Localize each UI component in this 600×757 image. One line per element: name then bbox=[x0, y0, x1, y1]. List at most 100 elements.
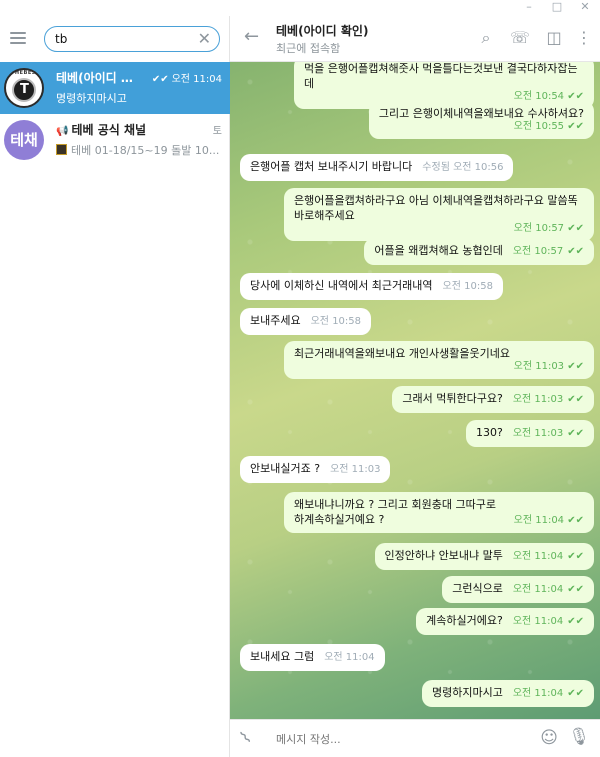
double-check-icon: ✔✔ bbox=[567, 361, 584, 372]
close-button[interactable]: ✕ bbox=[574, 0, 596, 16]
double-check-icon: ✔✔ bbox=[567, 394, 584, 405]
chat-item-thebes-channel[interactable]: 테채 📢 테베 공식 채널 토 테베 01-18/15~19 돌발 10... bbox=[0, 114, 230, 166]
message-text: 어플을 왜캡쳐해요 농협인데 bbox=[374, 244, 503, 257]
search-box[interactable]: ✕ bbox=[44, 26, 220, 52]
message-bubble-out[interactable]: 130? 오전 11:03 ✔✔ bbox=[465, 420, 594, 447]
chat-title: 📢 테베 공식 채널 bbox=[56, 121, 146, 138]
avatar: 테채 bbox=[4, 120, 44, 160]
message-text: 보내세요 그럼 bbox=[250, 650, 315, 663]
message-meta: 오전 10:57 ✔✔ bbox=[294, 223, 584, 235]
message-time: 오전 11:04 bbox=[512, 584, 564, 595]
message-text: 그런식으로 bbox=[452, 582, 503, 595]
message-bubble-out[interactable]: 최근거래내역을왜보내요 개인사생활을웃기네요 오전 11:03 ✔✔ bbox=[284, 341, 594, 379]
hamburger-menu-icon[interactable] bbox=[10, 29, 28, 45]
message-time: 오전 10:58 bbox=[310, 316, 362, 327]
message-time: 오전 11:04 bbox=[512, 616, 564, 627]
chat-preview-text: 테베 01-18/15~19 돌발 10... bbox=[71, 144, 220, 157]
message-meta: 오전 11:03 ✔✔ bbox=[513, 428, 584, 439]
paperclip-icon[interactable]: ⌇ bbox=[237, 728, 256, 749]
microphone-icon[interactable]: 🎙 bbox=[568, 727, 590, 747]
message-meta: 오전 11:04 ✔✔ bbox=[513, 584, 584, 595]
chat-preview: 테베 01-18/15~19 돌발 10... bbox=[56, 142, 219, 158]
chat-preview: 명령하지마시고 bbox=[56, 92, 127, 105]
search-row: ✕ bbox=[0, 16, 230, 62]
message-meta: 오전 10:55 ✔✔ bbox=[379, 121, 584, 133]
emoji-icon[interactable]: ☺ bbox=[540, 728, 558, 748]
message-text: 은행어플 캡처 보내주시기 바랍니다 bbox=[250, 160, 413, 173]
message-bubble-out[interactable]: 인정안하냐 안보내냐 말투 오전 11:04 ✔✔ bbox=[374, 543, 594, 570]
double-check-icon: ✔✔ bbox=[567, 616, 584, 627]
message-bubble-out[interactable]: 그런식으로 오전 11:04 ✔✔ bbox=[442, 576, 594, 603]
message-bubble-in[interactable]: 안보내실거죠 ? 오전 11:03 bbox=[240, 456, 391, 483]
message-bubble-out[interactable]: 그래서 먹튀한다구요? 오전 11:03 ✔✔ bbox=[392, 386, 594, 413]
more-vertical-icon[interactable]: ⋮ bbox=[574, 28, 594, 48]
message-time: 오전 11:04 bbox=[324, 652, 375, 663]
message-time: 오전 11:03 bbox=[512, 428, 564, 439]
message-area[interactable]: 먹을 은행어플캡쳐해줏사 먹을틀다는것보낸 결국다하자잡는데 오전 10:54 … bbox=[230, 62, 600, 719]
message-meta: 오전 11:03 ✔✔ bbox=[513, 394, 584, 405]
chat-header: ← 테베(아이디 확인) 최근에 접속함 ⌕ ☏ ◫ ⋮ bbox=[230, 16, 600, 62]
chat-title-text: 테베 공식 채널 bbox=[71, 123, 147, 137]
clear-search-icon[interactable]: ✕ bbox=[198, 29, 211, 49]
minimize-button[interactable]: – bbox=[518, 0, 540, 16]
double-check-icon: ✔✔ bbox=[567, 121, 584, 132]
message-bubble-in[interactable]: 은행어플 캡처 보내주시기 바랍니다 수정됨 오전 10:56 bbox=[240, 154, 514, 181]
message-meta: 오전 10:57 ✔✔ bbox=[513, 246, 584, 257]
back-arrow-icon[interactable]: ← bbox=[244, 26, 259, 47]
message-text: 130? bbox=[475, 426, 503, 439]
message-text: 인정안하냐 안보내냐 말투 bbox=[384, 549, 503, 562]
message-composer: ⌇ ☺ 🎙 bbox=[230, 719, 600, 757]
double-check-icon: ✔✔ bbox=[567, 428, 584, 439]
message-bubble-out[interactable]: 명령하지마시고 오전 11:04 ✔✔ bbox=[421, 680, 594, 707]
megaphone-icon: 📢 bbox=[56, 126, 69, 137]
double-check-icon: ✔✔ bbox=[567, 223, 584, 234]
message-bubble-out[interactable]: 그리고 은행이체내역을왜보내요 수사하셔요? 오전 10:55 ✔✔ bbox=[368, 101, 594, 139]
phone-icon[interactable]: ☏ bbox=[510, 28, 530, 48]
message-text: 안보내실거죠 ? bbox=[250, 462, 321, 475]
message-time: 오전 10:57 bbox=[512, 246, 564, 257]
chat-time-text: 오전 11:04 bbox=[171, 74, 222, 85]
message-meta: 오전 11:04 ✔✔ bbox=[513, 551, 584, 562]
double-check-icon: ✔✔ bbox=[567, 246, 584, 257]
message-time: 오전 11:04 bbox=[513, 515, 565, 526]
message-text: 당사에 이체하신 내역에서 최근거래내역 bbox=[250, 279, 433, 292]
message-time: 오전 11:04 bbox=[512, 688, 564, 699]
message-time: 오전 10:55 bbox=[513, 121, 565, 132]
message-text: 그래서 먹튀한다구요? bbox=[402, 392, 503, 405]
chat-time: 토 bbox=[212, 126, 222, 137]
double-check-icon: ✔✔ bbox=[567, 584, 584, 595]
avatar: THEBES T bbox=[4, 68, 44, 108]
sidebar-toggle-icon[interactable]: ◫ bbox=[544, 28, 564, 48]
message-time: 오전 11:03 bbox=[513, 361, 565, 372]
message-bubble-in[interactable]: 당사에 이체하신 내역에서 최근거래내역 오전 10:58 bbox=[240, 273, 503, 300]
message-bubble-in[interactable]: 보내주세요 오전 10:58 bbox=[240, 308, 372, 335]
message-bubble-out[interactable]: 은행어플을캡쳐하라구요 아님 이체내역을캡쳐하라구요 말씀똑바로해주세요 오전 … bbox=[284, 188, 594, 241]
message-meta: 오전 11:03 ✔✔ bbox=[294, 361, 584, 373]
message-bubble-out[interactable]: 어플을 왜캡쳐해요 농협인데 오전 10:57 ✔✔ bbox=[364, 238, 594, 265]
chat-time: ✔✔ 오전 11:04 bbox=[152, 70, 222, 85]
message-time: 오전 10:58 bbox=[442, 281, 493, 292]
message-input[interactable] bbox=[276, 729, 526, 749]
chat-item-thebes-id[interactable]: THEBES T 테베(아이디 … ✔✔ 오전 11:04 명령하지마시고 bbox=[0, 62, 230, 114]
chat-title: 테베(아이디 … bbox=[56, 71, 133, 85]
message-text: 보내주세요 bbox=[250, 314, 301, 327]
message-bubble-out[interactable]: 왜보내냐니까요 ? 그리고 회원충대 그따구로하계속하실거예요 ? 오전 11:… bbox=[284, 492, 594, 533]
message-text: 은행어플을캡쳐하라구요 아님 이체내역을캡쳐하라구요 말씀똑바로해주세요 bbox=[294, 194, 578, 222]
message-time: 오전 11:04 bbox=[512, 551, 564, 562]
message-time: 오전 11:03 bbox=[330, 464, 381, 475]
message-time: 오전 10:57 bbox=[513, 223, 565, 234]
conversation-panel: ← 테베(아이디 확인) 최근에 접속함 ⌕ ☏ ◫ ⋮ 먹을 은행어플캡쳐해줏… bbox=[230, 16, 600, 757]
message-text: 계속하실거에요? bbox=[426, 614, 503, 627]
message-meta: 오전 11:04 ✔✔ bbox=[513, 616, 584, 627]
chat-header-title[interactable]: 테베(아이디 확인) bbox=[276, 22, 368, 39]
message-bubble-out[interactable]: 계속하실거에요? 오전 11:04 ✔✔ bbox=[416, 608, 594, 635]
chat-header-status: 최근에 접속함 bbox=[276, 42, 341, 55]
maximize-button[interactable]: □ bbox=[546, 0, 568, 16]
avatar-logo-text: THEBES bbox=[11, 70, 36, 76]
search-icon[interactable]: ⌕ bbox=[476, 28, 496, 48]
message-text: 명령하지마시고 bbox=[431, 686, 503, 699]
message-bubble-in[interactable]: 보내세요 그럼 오전 11:04 bbox=[240, 644, 385, 671]
message-text: 그리고 은행이체내역을왜보내요 수사하셔요? bbox=[378, 107, 584, 120]
avatar-letter: T bbox=[20, 82, 29, 97]
search-input[interactable] bbox=[55, 30, 185, 48]
